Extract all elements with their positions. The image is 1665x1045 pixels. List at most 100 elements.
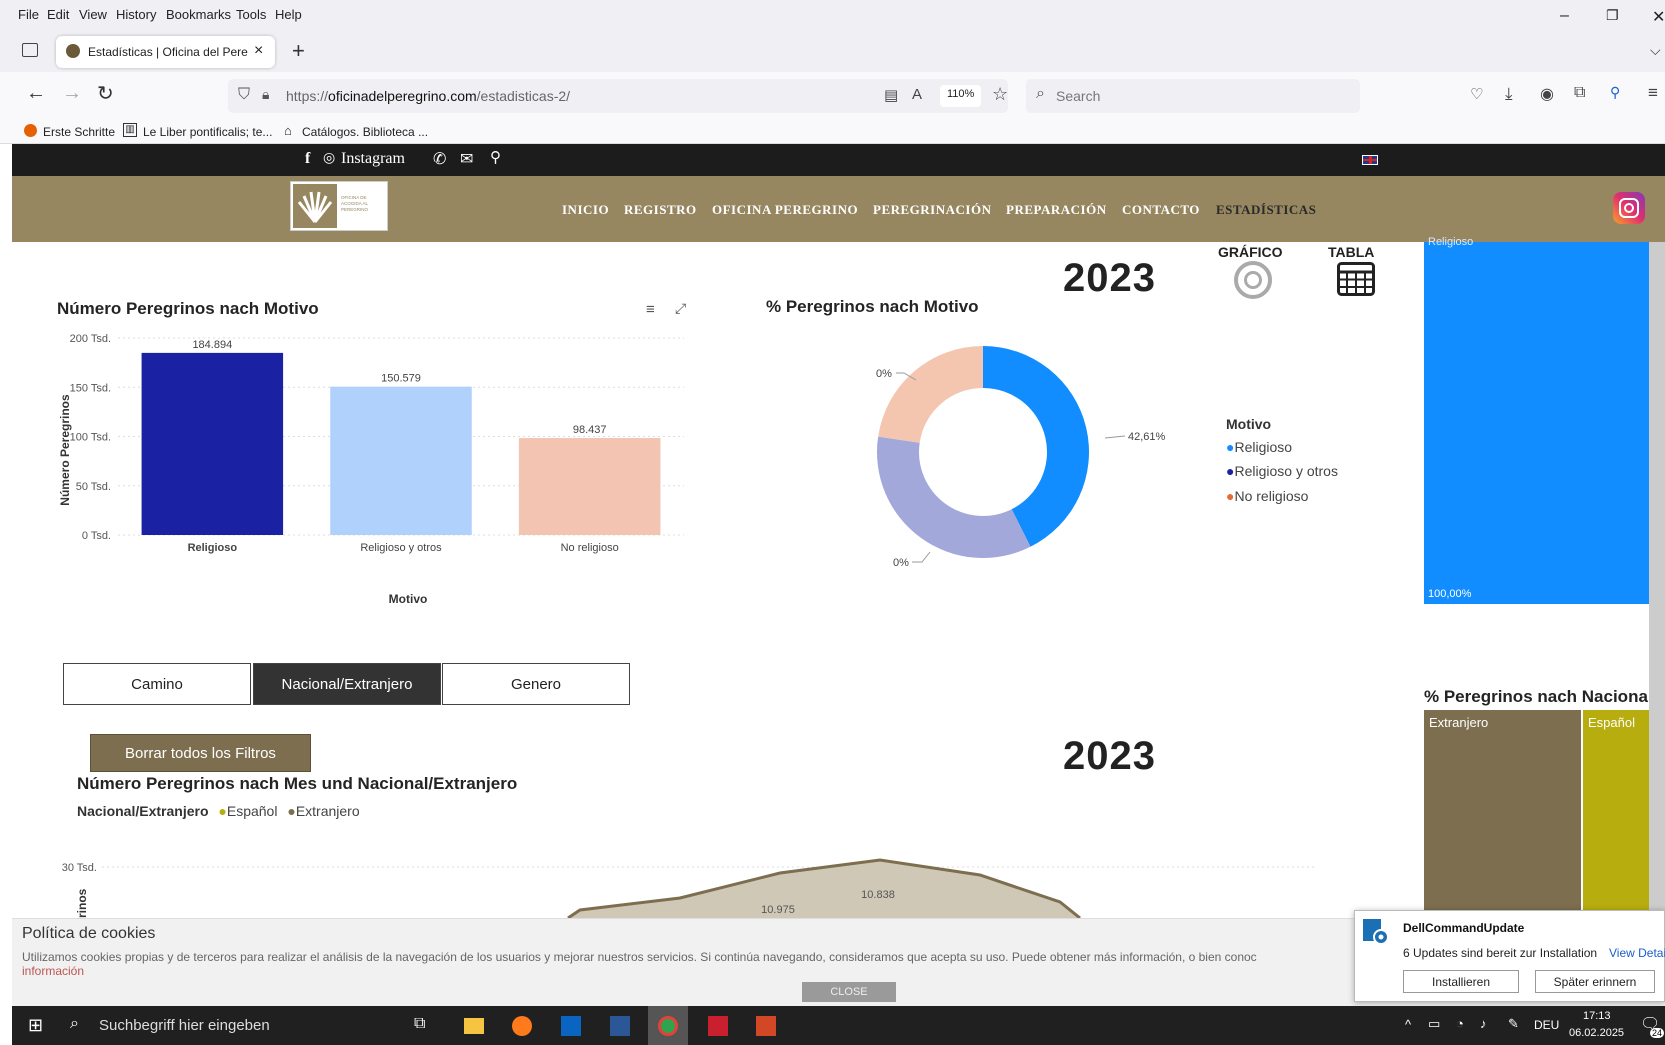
legend-item[interactable]: ●Religioso — [1226, 439, 1292, 455]
windows-start-icon[interactable]: ⊞ — [28, 1015, 43, 1036]
battery-icon[interactable]: ▭ — [1428, 1016, 1440, 1032]
clock-date[interactable]: 06.02.2025 — [1569, 1027, 1624, 1039]
legend-item[interactable]: ●No religioso — [1226, 488, 1308, 504]
shield-icon[interactable]: ⛉ — [238, 86, 250, 104]
side-treemap-religioso[interactable]: Religioso 100,00% — [1424, 236, 1649, 604]
toast-view-details-link[interactable]: View Detail — [1609, 946, 1665, 960]
app-red-icon[interactable] — [708, 1016, 728, 1036]
grafico-label[interactable]: GRÁFICO — [1218, 244, 1283, 260]
facebook-icon[interactable]: f — [305, 150, 310, 168]
location-pin-icon[interactable]: ⚲ — [490, 148, 501, 167]
menu-bookmarks[interactable]: Bookmarks — [166, 7, 231, 22]
bookmark-item[interactable]: Catálogos. Biblioteca ... — [302, 125, 428, 139]
focus-mode-icon[interactable]: ⤢ — [675, 300, 686, 317]
search-bar[interactable]: ⌕ Search — [1026, 79, 1360, 113]
pocket-icon[interactable]: ♡ — [1470, 85, 1483, 103]
translate-icon[interactable]: A — [912, 86, 922, 103]
network-icon[interactable]: ◔ — [1456, 1016, 1464, 1031]
restore-icon[interactable]: ❐ — [1606, 7, 1619, 24]
pen-icon[interactable]: ✎ — [1508, 1016, 1519, 1032]
tab-active[interactable]: Estadísticas | Oficina del Peregri × — [56, 36, 275, 68]
donut-slice[interactable] — [877, 436, 1031, 558]
bookmark-item[interactable]: Erste Schritte — [43, 125, 115, 139]
new-tab-icon[interactable]: + — [292, 38, 305, 64]
tab-list-icon[interactable] — [22, 43, 38, 57]
task-view-icon[interactable]: ⧉ — [414, 1015, 425, 1033]
filter-camino-button[interactable]: Camino — [63, 663, 251, 705]
instagram-icon[interactable] — [1613, 192, 1645, 224]
hamburger-menu-icon[interactable]: ≡ — [1648, 83, 1658, 103]
extensions-icon[interactable]: ⧉ — [1574, 84, 1585, 102]
tab-close-icon[interactable]: × — [254, 42, 263, 60]
download-icon[interactable]: ⤓ — [1505, 84, 1513, 104]
donut-slice[interactable] — [878, 346, 983, 443]
nav-contacto[interactable]: CONTACTO — [1122, 202, 1200, 218]
forward-icon[interactable]: → — [62, 82, 82, 105]
phone-icon[interactable]: ✆ — [433, 149, 446, 169]
word-icon[interactable] — [610, 1016, 630, 1036]
minimize-icon[interactable]: – — [1560, 7, 1569, 25]
account-icon[interactable]: ◉ — [1540, 84, 1554, 104]
menu-help[interactable]: Help — [275, 7, 302, 22]
filter-nacional-button[interactable]: Nacional/Extranjero — [253, 663, 441, 705]
reader-view-icon[interactable]: ▤ — [884, 86, 898, 104]
nav-registro[interactable]: REGISTRO — [624, 202, 697, 218]
reload-icon[interactable]: ↻ — [97, 81, 114, 106]
menu-file[interactable]: File — [18, 7, 39, 22]
close-window-icon[interactable]: ✕ — [1652, 7, 1665, 27]
firefox-taskbar-icon[interactable] — [512, 1016, 532, 1036]
nav-estadisticas[interactable]: ESTADÍSTICAS — [1216, 202, 1316, 218]
menu-view[interactable]: View — [79, 7, 107, 22]
chart-toggle-icon[interactable] — [1234, 261, 1272, 299]
cookie-more-info-link[interactable]: información — [22, 964, 84, 978]
bookmark-star-icon[interactable]: ☆ — [992, 84, 1008, 105]
toast-install-button[interactable]: Installieren — [1403, 970, 1519, 993]
instagram-link[interactable]: Instagram — [341, 150, 405, 168]
nav-preparacion[interactable]: PREPARACIÓN — [1006, 202, 1107, 218]
toast-message: 6 Updates sind bereit zur Installation — [1403, 946, 1598, 960]
cookie-close-button[interactable]: CLOSE — [802, 982, 896, 1002]
nav-peregrinacion[interactable]: PEREGRINACIÓN — [873, 202, 991, 218]
extension-search-icon[interactable]: ⚲ — [1610, 84, 1620, 101]
toast-remind-later-button[interactable]: Später erinnern — [1535, 970, 1655, 993]
chevron-down-icon[interactable]: ⌵ — [1650, 42, 1661, 59]
email-icon[interactable]: ✉ — [460, 149, 473, 169]
bookmark-item[interactable]: Le Liber pontificalis; te... — [143, 125, 272, 139]
url-bar[interactable]: ⛉ 🔒︎ https://oficinadelperegrino.com/est… — [228, 79, 1008, 113]
uk-flag-icon[interactable] — [1362, 155, 1378, 165]
side-treemap-espanol[interactable]: Español — [1583, 710, 1649, 918]
file-explorer-icon[interactable] — [464, 1018, 484, 1034]
volume-icon[interactable]: ♪ — [1480, 1016, 1487, 1031]
filter-genero-button[interactable]: Genero — [442, 663, 630, 705]
scrollbar[interactable] — [1649, 242, 1665, 918]
legend-item[interactable]: ●Religioso y otros — [1226, 463, 1338, 479]
menu-edit[interactable]: Edit — [47, 7, 69, 22]
site-logo[interactable]: OFICINA DE ACOGIDA AL PEREGRINO — [290, 181, 388, 231]
tabla-label[interactable]: TABLA — [1328, 244, 1374, 260]
nav-inicio[interactable]: INICIO — [562, 202, 609, 218]
bar[interactable] — [330, 386, 472, 535]
bar[interactable] — [141, 352, 284, 535]
clock-time[interactable]: 17:13 — [1583, 1010, 1611, 1022]
lock-icon[interactable]: 🔒︎ — [262, 86, 269, 103]
side-treemap-extranjero[interactable]: Extranjero — [1424, 710, 1581, 918]
bar[interactable] — [518, 438, 661, 535]
instagram-small-icon[interactable]: ◎ — [323, 150, 335, 167]
legend-item[interactable]: Extranjero — [296, 803, 360, 819]
menu-history[interactable]: History — [116, 7, 156, 22]
table-toggle-icon[interactable] — [1337, 262, 1375, 296]
zoom-level[interactable]: 110% — [940, 85, 982, 107]
taskbar-search-input[interactable]: Suchbegriff hier eingeben — [99, 1017, 270, 1034]
language-indicator[interactable]: DEU — [1534, 1018, 1559, 1032]
nav-oficina-peregrino[interactable]: OFICINA PEREGRINO — [712, 202, 858, 218]
menu-tools[interactable]: Tools — [236, 7, 266, 22]
legend-item[interactable]: Español — [227, 803, 278, 819]
outlook-icon[interactable] — [561, 1016, 581, 1036]
powerpoint-icon[interactable] — [756, 1016, 776, 1036]
reset-filters-button[interactable]: Borrar todos los Filtros — [90, 734, 311, 772]
back-icon[interactable]: ← — [26, 82, 46, 105]
filter-icon[interactable]: ≡ — [646, 301, 655, 318]
chrome-taskbar-active[interactable] — [648, 1006, 688, 1045]
tray-chevron-up-icon[interactable]: ^ — [1405, 1017, 1411, 1032]
taskbar-search-icon[interactable]: ⌕ — [70, 1015, 79, 1033]
